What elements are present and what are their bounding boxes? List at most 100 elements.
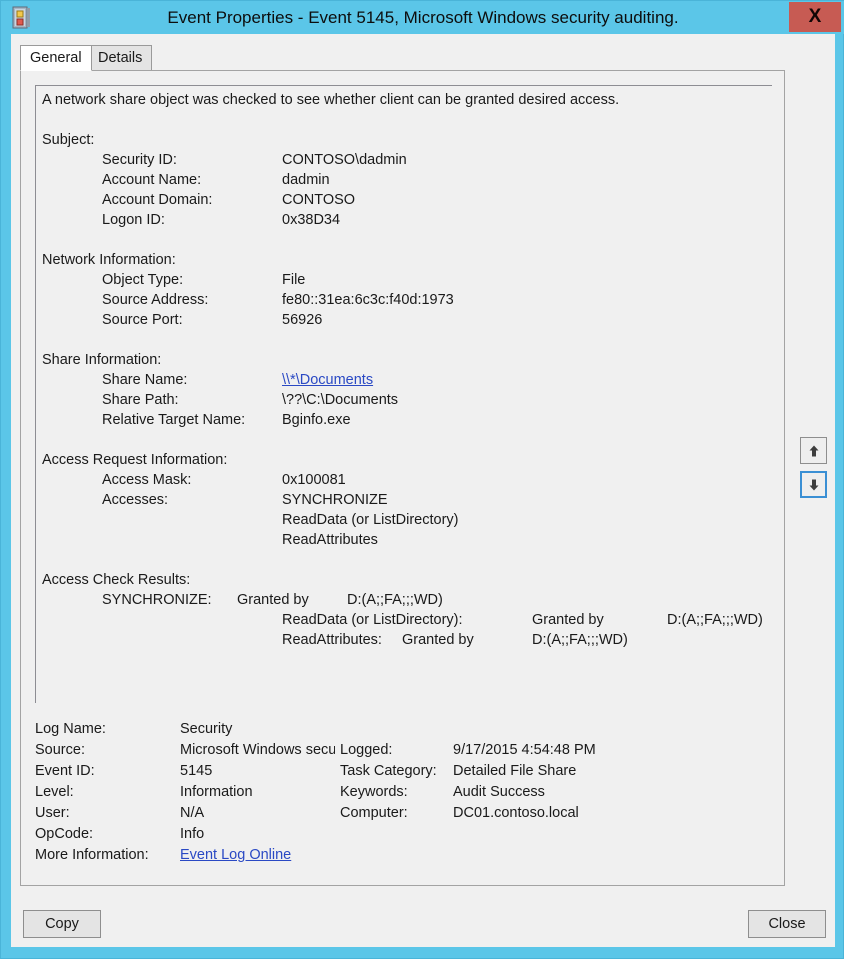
access-check-row-readdata: ReadData (or ListDirectory): Granted by …	[42, 610, 772, 630]
field-value: CONTOSO	[282, 190, 355, 210]
field-row-accesses: Accesses: SYNCHRONIZE	[42, 490, 772, 510]
field-row-access-mask: Access Mask: 0x100081	[42, 470, 772, 490]
spacer	[42, 230, 772, 250]
metadata-label: Logged:	[340, 740, 392, 761]
general-tab-panel: A network share object was checked to se…	[20, 70, 785, 886]
access-check-row-readattributes: ReadAttributes: Granted by D:(A;;FA;;;WD…	[42, 630, 772, 650]
access-check-sddl: D:(A;;FA;;;WD)	[347, 590, 443, 610]
field-row-object-type: Object Type: File	[42, 270, 772, 290]
access-check-permission: ReadAttributes:	[282, 630, 382, 650]
spacer	[42, 430, 772, 450]
next-event-button[interactable]	[800, 471, 827, 498]
metadata-label: Keywords:	[340, 782, 408, 803]
metadata-value: Microsoft Windows security auditing.	[180, 740, 335, 761]
metadata-value: Information	[180, 782, 253, 803]
field-row-share-path: Share Path: \??\C:\Documents	[42, 390, 772, 410]
spacer	[42, 110, 772, 130]
section-heading-text: Subject:	[42, 130, 94, 150]
metadata-value: Detailed File Share	[453, 761, 576, 782]
metadata-label: Log Name:	[35, 719, 106, 740]
field-value: fe80::31ea:6c3c:f40d:1973	[282, 290, 454, 310]
field-label: Account Domain:	[102, 190, 212, 210]
field-row-accesses-cont-2: ReadAttributes	[42, 530, 772, 550]
section-heading-access-check-results: Access Check Results:	[42, 570, 772, 590]
event-properties-window: Event Properties - Event 5145, Microsoft…	[0, 0, 844, 959]
field-label: Source Port:	[102, 310, 183, 330]
section-heading-subject: Subject:	[42, 130, 772, 150]
field-value: \??\C:\Documents	[282, 390, 398, 410]
description-summary: A network share object was checked to se…	[42, 90, 619, 110]
field-value: 0x38D34	[282, 210, 340, 230]
previous-event-button[interactable]	[800, 437, 827, 464]
tab-general[interactable]: General	[20, 45, 92, 71]
field-label: Security ID:	[102, 150, 177, 170]
metadata-label: Event ID:	[35, 761, 95, 782]
metadata-value: Info	[180, 824, 204, 845]
section-heading-share-information: Share Information:	[42, 350, 772, 370]
metadata-value: 5145	[180, 761, 212, 782]
field-row-security-id: Security ID: CONTOSO\dadmin	[42, 150, 772, 170]
event-metadata-grid: Log Name: Security Source: Microsoft Win…	[35, 719, 772, 874]
field-value: CONTOSO\dadmin	[282, 150, 407, 170]
field-label: Share Name:	[102, 370, 187, 390]
event-description-content: A network share object was checked to se…	[36, 86, 772, 703]
description-summary-line: A network share object was checked to se…	[42, 90, 772, 110]
field-row-account-name: Account Name: dadmin	[42, 170, 772, 190]
copy-button[interactable]: Copy	[23, 910, 101, 938]
field-row-logon-id: Logon ID: 0x38D34	[42, 210, 772, 230]
field-label: Relative Target Name:	[102, 410, 245, 430]
field-row-account-domain: Account Domain: CONTOSO	[42, 190, 772, 210]
event-log-online-link[interactable]: Event Log Online	[180, 847, 291, 863]
metadata-value: DC01.contoso.local	[453, 803, 579, 824]
metadata-value: Audit Success	[453, 782, 545, 803]
section-heading-text: Access Check Results:	[42, 570, 190, 590]
event-navigation-buttons	[800, 437, 828, 499]
metadata-label: OpCode:	[35, 824, 93, 845]
field-value: ReadAttributes	[282, 530, 378, 550]
metadata-label: Source:	[35, 740, 85, 761]
spacer	[42, 550, 772, 570]
metadata-label: More Information:	[35, 845, 149, 866]
section-heading-network-information: Network Information:	[42, 250, 772, 270]
field-label: Accesses:	[102, 490, 168, 510]
field-row-accesses-cont-1: ReadData (or ListDirectory)	[42, 510, 772, 530]
metadata-value: 9/17/2015 4:54:48 PM	[453, 740, 596, 761]
field-value: dadmin	[282, 170, 330, 190]
tab-details[interactable]: Details	[88, 45, 152, 71]
window-title: Event Properties - Event 5145, Microsoft…	[1, 1, 844, 34]
access-check-row-synchronize: SYNCHRONIZE: Granted by D:(A;;FA;;;WD)	[42, 590, 772, 610]
metadata-label: Computer:	[340, 803, 408, 824]
metadata-value: N/A	[180, 803, 204, 824]
access-check-permission: ReadData (or ListDirectory):	[282, 610, 463, 630]
metadata-label: Level:	[35, 782, 74, 803]
field-row-share-name: Share Name: \\*\Documents	[42, 370, 772, 390]
field-value: 0x100081	[282, 470, 346, 490]
close-icon[interactable]: X	[789, 2, 841, 32]
spacer	[42, 330, 772, 350]
field-row-source-port: Source Port: 56926	[42, 310, 772, 330]
field-label: Logon ID:	[102, 210, 165, 230]
metadata-value: Security	[180, 719, 232, 740]
close-button[interactable]: Close	[748, 910, 826, 938]
client-area: General Details A network share object w…	[11, 34, 835, 947]
section-heading-text: Access Request Information:	[42, 450, 227, 470]
field-value: ReadData (or ListDirectory)	[282, 510, 458, 530]
section-heading-access-request-information: Access Request Information:	[42, 450, 772, 470]
section-heading-text: Network Information:	[42, 250, 176, 270]
event-description-box[interactable]: A network share object was checked to se…	[35, 85, 772, 703]
title-bar: Event Properties - Event 5145, Microsoft…	[1, 1, 844, 34]
access-check-result: Granted by	[402, 630, 474, 650]
section-heading-text: Share Information:	[42, 350, 161, 370]
access-check-sddl: D:(A;;FA;;;WD)	[532, 630, 628, 650]
field-label: Source Address:	[102, 290, 208, 310]
access-check-result: Granted by	[237, 590, 309, 610]
tab-strip: General Details	[20, 45, 826, 71]
field-row-source-address: Source Address: fe80::31ea:6c3c:f40d:197…	[42, 290, 772, 310]
field-value: 56926	[282, 310, 322, 330]
share-name-link[interactable]: \\*\Documents	[282, 372, 373, 388]
arrow-up-icon	[807, 444, 820, 457]
field-value: SYNCHRONIZE	[282, 490, 388, 510]
access-check-permission: SYNCHRONIZE:	[102, 590, 212, 610]
field-value: Bginfo.exe	[282, 410, 351, 430]
field-label: Access Mask:	[102, 470, 191, 490]
